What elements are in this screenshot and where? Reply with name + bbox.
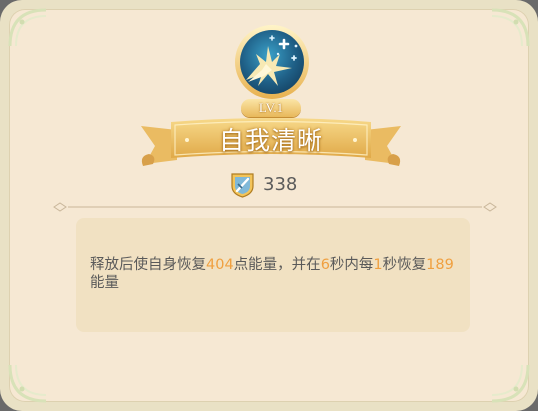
energy-burst-icon xyxy=(235,25,309,99)
desc-value: 189 xyxy=(426,257,454,273)
divider xyxy=(53,202,497,212)
desc-text: 秒恢复 xyxy=(382,257,427,273)
cost-value: 338 xyxy=(263,174,298,195)
desc-text: 释放后使自身恢复 xyxy=(90,257,206,273)
shield-sword-icon xyxy=(231,173,254,198)
desc-text: 秒内每 xyxy=(329,257,374,273)
skill-name: 自我清晰 xyxy=(218,126,323,155)
skill-description: 释放后使自身恢复404点能量，并在6秒内每1秒恢复189 能量 xyxy=(90,256,462,292)
desc-text: 点能量，并在 xyxy=(233,257,321,273)
desc-value: 404 xyxy=(206,257,234,273)
desc-text: 能量 xyxy=(90,275,119,291)
desc-value: 6 xyxy=(320,257,330,273)
desc-value: 1 xyxy=(373,257,383,273)
skill-tooltip-panel: LV.1 自我清晰 338 释放后使自身恢复404点能量，并在6秒内每1秒恢复1… xyxy=(0,0,538,411)
